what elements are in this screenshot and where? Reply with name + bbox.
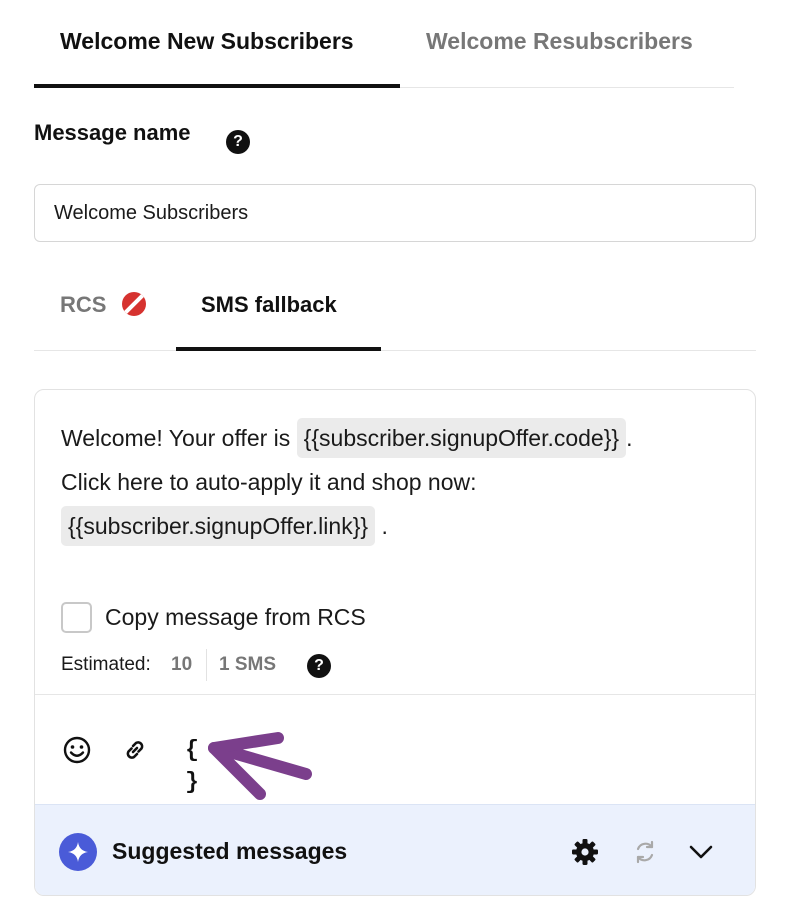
estimate-value: 10 [171, 654, 193, 675]
copy-from-rcs-checkbox[interactable] [61, 602, 92, 633]
suggested-messages-label: Suggested messages [112, 838, 348, 864]
message-tabs: Welcome New Subscribers Welcome Resubscr… [34, 0, 734, 88]
tab-welcome-resubscribers[interactable]: Welcome Resubscribers [426, 28, 693, 55]
copy-from-rcs-label[interactable]: Copy message from RCS [105, 604, 366, 631]
message-text: Click here to auto-apply it and shop now… [61, 469, 477, 495]
channel-tabs: RCS SMS fallback [34, 268, 756, 351]
gear-icon[interactable] [569, 836, 601, 868]
divider [35, 694, 755, 695]
message-name-input[interactable] [34, 184, 756, 242]
help-icon[interactable]: ? [307, 654, 331, 678]
message-text: . [375, 513, 388, 539]
help-icon[interactable]: ? [226, 130, 250, 154]
disabled-icon [122, 292, 146, 316]
variable-icon[interactable]: { } [175, 734, 209, 795]
chevron-down-icon[interactable] [685, 836, 717, 868]
variable-token-link[interactable]: {{subscriber.signupOffer.link}} [61, 506, 376, 546]
sparkle-icon [59, 833, 97, 871]
suggested-messages-bar[interactable]: Suggested messages [35, 804, 755, 895]
emoji-icon[interactable] [61, 734, 93, 766]
tab-sms-fallback[interactable]: SMS fallback [201, 292, 337, 318]
variable-token-code[interactable]: {{subscriber.signupOffer.code}} [296, 418, 627, 458]
message-editor[interactable]: Welcome! Your offer is {{subscriber.sign… [61, 416, 741, 548]
sms-message-card: Welcome! Your offer is {{subscriber.sign… [34, 389, 756, 896]
message-text: Welcome! Your offer is [61, 425, 297, 451]
estimate-label: Estimated: [61, 654, 151, 675]
estimate-divider [206, 649, 207, 681]
active-subtab-indicator [176, 347, 381, 351]
message-text: . [626, 425, 633, 451]
link-icon[interactable] [119, 734, 151, 766]
active-tab-indicator [34, 84, 400, 88]
tab-rcs[interactable]: RCS [60, 292, 106, 318]
tab-welcome-new-subscribers[interactable]: Welcome New Subscribers [60, 28, 354, 55]
refresh-icon[interactable] [629, 836, 661, 868]
sms-count: 1 SMS [219, 654, 277, 675]
message-name-label: Message name [34, 120, 191, 145]
